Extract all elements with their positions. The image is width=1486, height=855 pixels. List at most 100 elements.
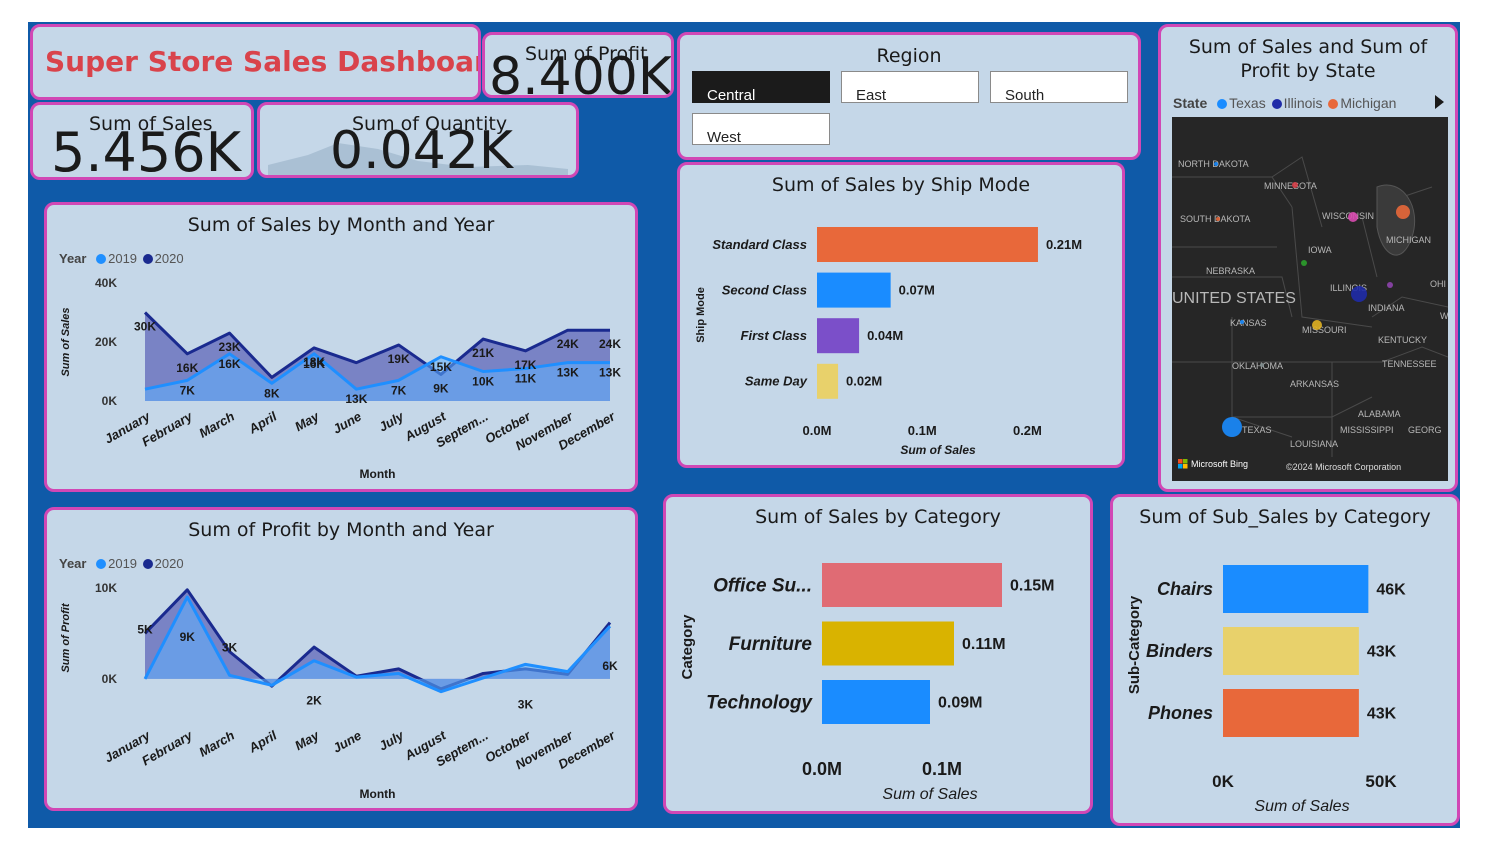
- sales-kpi-card[interactable]: Sum of Sales 5.456K: [30, 102, 254, 180]
- profit-month-card: Sum of Profit by Month and Year Year 201…: [44, 507, 638, 811]
- map-legend: State Texas Illinois Michigan: [1173, 95, 1396, 111]
- bar: [817, 318, 860, 354]
- map-legend-item-michigan: Michigan: [1340, 95, 1397, 111]
- x-tick-label: June: [330, 409, 364, 437]
- legend-dot-michigan: [1328, 99, 1339, 109]
- category-label: Same Day: [745, 374, 808, 389]
- subcategory-chart[interactable]: Chairs 46KBinders 43KPhones 43K0K 50KSum of …: [1113, 497, 1457, 823]
- map-place-label: ALABAMA: [1358, 409, 1401, 419]
- y-tick-label: 0K: [102, 394, 118, 408]
- category-label: Furniture: [729, 634, 813, 655]
- map-bubble: [1387, 282, 1393, 288]
- value-label: 0.11M: [962, 636, 1006, 653]
- data-label: 16K: [219, 357, 241, 371]
- map-bubble: [1216, 217, 1220, 221]
- map-place-label: UNITED STATES: [1172, 290, 1296, 307]
- bing-label: Microsoft Bing: [1191, 459, 1248, 469]
- map-place-label: TEXAS: [1242, 425, 1272, 435]
- ship-mode-card: Sum of Sales by Ship Mode Standard Class…: [677, 162, 1125, 468]
- category-label: Second Class: [722, 282, 807, 297]
- map-place-label: MISSISSIPPI: [1340, 425, 1394, 435]
- map-place-label: LOUISIANA: [1290, 439, 1338, 449]
- profit-kpi-value: 8.400K: [489, 47, 672, 98]
- data-label: 24K: [599, 337, 621, 351]
- y-tick-label: 0K: [102, 672, 118, 686]
- bar: [1223, 627, 1359, 675]
- map-legend-item-illinois: Illinois: [1283, 95, 1323, 111]
- value-label: 46K: [1376, 581, 1406, 598]
- region-option-west[interactable]: West: [692, 113, 830, 146]
- map-bubble: [1396, 205, 1410, 219]
- data-label: 7K: [180, 383, 196, 397]
- map-bubble: [1222, 417, 1242, 437]
- title-card: Super Store Sales Dashboard: [30, 24, 481, 100]
- profit-month-chart[interactable]: 10K0K9K2K 3K6K5K3KJanuaryFebruary March Apr…: [47, 510, 635, 808]
- data-label: 18K: [303, 355, 325, 369]
- map-bubble: [1301, 260, 1307, 266]
- quantity-kpi-card[interactable]: Sum of Quantity 0.042K: [257, 102, 579, 178]
- map-place-label: KANSAS: [1230, 318, 1267, 328]
- data-label: 5K: [137, 622, 153, 636]
- bar: [817, 272, 891, 308]
- category-label: Binders: [1146, 641, 1213, 661]
- sales-month-card: Sum of Sales by Month and Year Year 2019…: [44, 202, 638, 492]
- category-label: Technology: [706, 692, 813, 713]
- category-chart[interactable]: Office Su... 0.15M Furniture 0.11M Technolog…: [666, 497, 1090, 811]
- x-axis-title: Sum of Sales: [882, 786, 977, 803]
- value-label: 43K: [1367, 705, 1397, 722]
- data-label: 7K: [391, 383, 407, 397]
- map-place-label: TENNESSEE: [1382, 359, 1437, 369]
- bar: [1223, 689, 1359, 737]
- category-label: Chairs: [1157, 579, 1213, 599]
- region-slicer-card: Region Central East South West: [677, 32, 1141, 160]
- x-tick-label: 0.0M: [803, 423, 832, 438]
- value-label: 0.21M: [1046, 237, 1082, 252]
- map-legend-item-texas: Texas: [1229, 95, 1266, 111]
- region-option-central[interactable]: Central: [692, 71, 830, 104]
- map-place-label: MINNESOTA: [1264, 181, 1317, 191]
- data-label: 16K: [176, 361, 198, 375]
- x-axis-title: Month: [360, 467, 396, 481]
- bar: [822, 563, 1002, 607]
- y-axis-title: Category: [679, 614, 696, 680]
- y-axis-title: Sum of Profit: [60, 602, 72, 672]
- x-tick-label: March: [196, 409, 237, 441]
- legend-next-arrow-icon[interactable]: [1435, 95, 1444, 109]
- sales-month-chart[interactable]: 40K 20K 0K 7K 16K 8K 16K 13K 7K 15K 10K 11K 13K 13K 30…: [47, 205, 635, 489]
- y-axis-title: Ship Mode: [695, 287, 707, 343]
- map-place-label: NORTH DAKOTA: [1178, 159, 1249, 169]
- legend-dot-illinois: [1271, 99, 1282, 109]
- data-label: 6K: [602, 659, 618, 673]
- map-place-label: KENTUCKY: [1378, 335, 1427, 345]
- map-bubble: [1351, 286, 1367, 302]
- category-label: Phones: [1148, 703, 1213, 723]
- bubble-map[interactable]: NORTH DAKOTA MINNESOTA SOUTH DAKOTA WISCONS…: [1172, 117, 1448, 481]
- map-place-label: IOWA: [1308, 245, 1332, 255]
- map-legend-title: State: [1173, 95, 1208, 111]
- value-label: 0.15M: [1010, 577, 1054, 594]
- microsoft-logo-icon: [1183, 464, 1188, 469]
- x-tick-label: April: [245, 727, 279, 755]
- y-axis-title: Sum of Sales: [60, 307, 72, 376]
- map-bubble: [1292, 182, 1298, 188]
- bar: [822, 621, 954, 666]
- bar: [817, 363, 839, 399]
- x-axis-title: Sum of Sales: [900, 443, 976, 457]
- profit-kpi-card[interactable]: Sum of Profit 8.400K: [482, 32, 674, 98]
- map-place-label: MICHIGAN: [1386, 235, 1431, 245]
- region-option-east[interactable]: East: [841, 71, 979, 104]
- region-option-south[interactable]: South: [990, 71, 1128, 104]
- map-place-label: SOUTH DAKOTA: [1180, 214, 1250, 224]
- ship-mode-chart[interactable]: Standard Class 0.21M Second Class 0.07M Firs…: [680, 165, 1122, 465]
- x-axis-title: Month: [360, 787, 396, 801]
- y-tick-label: 20K: [95, 335, 117, 349]
- map-place-label: GEORG: [1408, 425, 1442, 435]
- x-tick-label: April: [245, 408, 279, 436]
- x-tick-label: 0.0M: [802, 759, 842, 779]
- x-tick-label: 0.1M: [922, 759, 962, 779]
- x-tick-label: May: [292, 727, 322, 753]
- category-label: Standard Class: [712, 237, 807, 252]
- x-axis-title: Sum of Sales: [1254, 798, 1349, 815]
- data-label: 10K: [472, 375, 494, 389]
- data-label: 21K: [472, 346, 494, 360]
